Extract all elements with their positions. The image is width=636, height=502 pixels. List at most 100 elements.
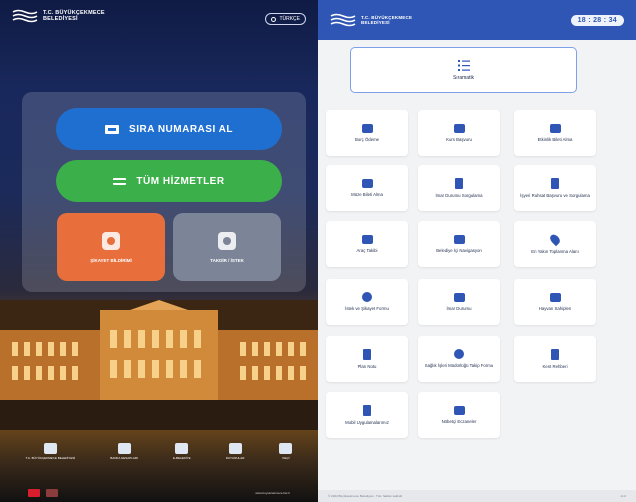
heart-icon xyxy=(454,349,464,360)
web-icon xyxy=(175,443,189,454)
ticket-icon xyxy=(105,124,120,134)
turkish-flag-icon[interactable] xyxy=(28,489,40,497)
footer-link-ebelediye[interactable]: E-BELEDİYE xyxy=(173,443,191,460)
language-label: TÜRKÇE xyxy=(279,16,300,22)
service-card[interactable]: İmar Durumu Sorgulama xyxy=(418,165,500,211)
service-label: Mobil Uygulamalarımız xyxy=(345,419,389,425)
all-services-label: TÜM HİZMETLER xyxy=(136,175,225,187)
queue-machine-label: Sıramatik xyxy=(452,74,475,81)
service-label: İstek ve Şikayet Formu xyxy=(345,306,389,312)
service-card[interactable]: İstek ve Şikayet Formu xyxy=(326,279,408,325)
footer-link-info[interactable]: KEÇİ xyxy=(279,443,293,460)
footer-link-label: E-BELEDİYE xyxy=(172,456,191,460)
service-card[interactable]: Kurs Başvuru xyxy=(418,110,500,156)
all-services-button[interactable]: TÜM HİZMETLER xyxy=(56,160,282,202)
complaint-label: ŞİKAYET BİLDİRİMİ xyxy=(90,257,132,263)
top-bar: T.C. BÜYÜKÇEKMECE BELEDİYESİ TÜRKÇE xyxy=(0,0,318,60)
book-icon xyxy=(551,348,559,360)
header: T.C. BÜYÜKÇEKMECE BELEDİYESİ 18 : 28 : 3… xyxy=(318,0,636,40)
footer-copyright: © 2024 Büyükçekmece Belediyesi · Tüm hak… xyxy=(328,494,404,498)
service-label: En Yakın Toplanma Alanı xyxy=(531,248,579,254)
logo-icon xyxy=(43,443,57,454)
complaint-tile[interactable]: ŞİKAYET BİLDİRİMİ xyxy=(57,213,165,281)
service-card[interactable]: Etkinlik Bileti Alma xyxy=(514,110,596,156)
footer-link-announcements[interactable]: DUYURULAR xyxy=(225,443,245,460)
megaphone-icon xyxy=(228,443,242,454)
list-icon xyxy=(113,177,127,185)
footer-links: T.C. BÜYÜKÇEKMECE BELEDİYESİ BANKA HESAP… xyxy=(0,420,318,460)
service-card[interactable]: Müze Bileti Alma xyxy=(326,165,408,211)
service-card[interactable]: Plan Notu xyxy=(326,336,408,382)
map-icon xyxy=(453,234,465,244)
website-text: www.buyukcekmece.bel.tr xyxy=(255,491,290,495)
queue-machine-card[interactable]: Sıramatik xyxy=(350,47,577,93)
logo-text: T.C. BÜYÜKÇEKMECE BELEDİYESİ xyxy=(43,10,105,22)
bank-icon xyxy=(117,443,131,454)
presentation-icon xyxy=(453,123,465,133)
service-label: İmar Durumu Sorgulama xyxy=(435,192,483,198)
logo-icon xyxy=(12,9,38,23)
service-card[interactable]: Belediye İçi Navigasyon xyxy=(418,221,500,267)
service-card[interactable]: Kent Rehberi xyxy=(514,336,596,382)
appreciation-tile[interactable]: TAKDİR / İSTEK xyxy=(173,213,281,281)
city-hall-image xyxy=(0,300,318,430)
globe-icon xyxy=(271,16,277,22)
service-label: Müze Bileti Alma xyxy=(351,191,383,197)
service-card[interactable]: Mobil Uygulamalarımız xyxy=(326,392,408,438)
service-card[interactable]: Nöbetçi Eczaneler xyxy=(418,392,500,438)
service-label: Hayvan Sahiplen xyxy=(538,305,572,311)
clock: 18 : 28 : 34 xyxy=(570,14,624,26)
service-label: İmar Durumu xyxy=(446,305,472,311)
service-label: Kurs Başvuru xyxy=(446,136,472,142)
footer-link-label: T.C. BÜYÜKÇEKMECE BELEDİYESİ xyxy=(25,456,76,460)
get-queue-number-label: SIRA NUMARASI AL xyxy=(129,123,233,135)
service-card[interactable]: Borç Ödeme xyxy=(326,110,408,156)
service-card[interactable]: İşyeri Ruhsat Başvuru ve Sorgulama xyxy=(514,165,596,211)
ticket-icon xyxy=(549,123,561,133)
service-label: Belediye İçi Navigasyon xyxy=(436,247,482,253)
kiosk-home-screen: T.C. BÜYÜKÇEKMECE BELEDİYESİ TÜRKÇE SIRA… xyxy=(0,0,318,502)
footer-link-label: DUYURULAR xyxy=(225,456,245,460)
footer-link-bank[interactable]: BANKA HESAPLARI xyxy=(110,443,138,460)
footer-link-municipality[interactable]: T.C. BÜYÜKÇEKMECE BELEDİYESİ xyxy=(25,443,76,460)
service-label: Plan Notu xyxy=(357,363,377,369)
service-card[interactable]: Hayvan Sahiplen xyxy=(514,279,596,325)
service-card[interactable]: En Yakın Toplanma Alanı xyxy=(514,221,596,267)
chat-icon xyxy=(102,231,120,250)
list-icon xyxy=(457,59,470,71)
building-icon xyxy=(453,292,465,302)
language-button[interactable]: TÜRKÇE xyxy=(265,13,306,25)
chat-icon xyxy=(362,292,372,303)
service-label: Nöbetçi Eczaneler xyxy=(441,418,477,424)
service-card[interactable]: Araç Takibi xyxy=(326,221,408,267)
service-label: İşyeri Ruhsat Başvuru ve Sorgulama xyxy=(520,192,590,198)
phone-icon xyxy=(363,404,371,416)
footer-link-label: KEÇİ xyxy=(282,456,290,460)
appreciation-label: TAKDİR / İSTEK xyxy=(210,257,244,263)
bottom-bar: www.buyukcekmece.bel.tr xyxy=(0,484,318,502)
paw-icon xyxy=(549,292,561,302)
info-icon xyxy=(279,443,293,454)
document-icon xyxy=(551,177,559,189)
star-icon xyxy=(218,231,236,250)
service-label: Borç Ödeme xyxy=(354,136,380,142)
service-label: Etkinlik Bileti Alma xyxy=(537,136,573,142)
service-label: Araç Takibi xyxy=(356,247,378,253)
footer: © 2024 Büyükçekmece Belediyesi · Tüm hak… xyxy=(318,490,636,502)
municipality-logo[interactable]: T.C. BÜYÜKÇEKMECE BELEDİYESİ xyxy=(330,13,412,27)
service-label: Sağlık İşleri Müdürlüğü Takip Formu xyxy=(424,363,494,369)
logo-text: T.C. BÜYÜKÇEKMECE BELEDİYESİ xyxy=(361,15,412,25)
pharmacy-icon xyxy=(453,405,465,415)
footer-link-label: BANKA HESAPLARI xyxy=(110,456,138,460)
municipality-logo: T.C. BÜYÜKÇEKMECE BELEDİYESİ xyxy=(12,9,105,23)
english-flag-icon[interactable] xyxy=(46,489,58,497)
card-icon xyxy=(361,123,373,133)
footer-version: v1.0 xyxy=(620,494,626,498)
get-queue-number-button[interactable]: SIRA NUMARASI AL xyxy=(56,108,282,150)
document-icon xyxy=(455,177,463,189)
clipboard-icon xyxy=(363,348,371,360)
service-card[interactable]: Sağlık İşleri Müdürlüğü Takip Formu xyxy=(418,336,500,382)
logo-icon xyxy=(330,13,356,27)
logo-line-2: BELEDİYESİ xyxy=(361,20,390,25)
service-card[interactable]: İmar Durumu xyxy=(418,279,500,325)
